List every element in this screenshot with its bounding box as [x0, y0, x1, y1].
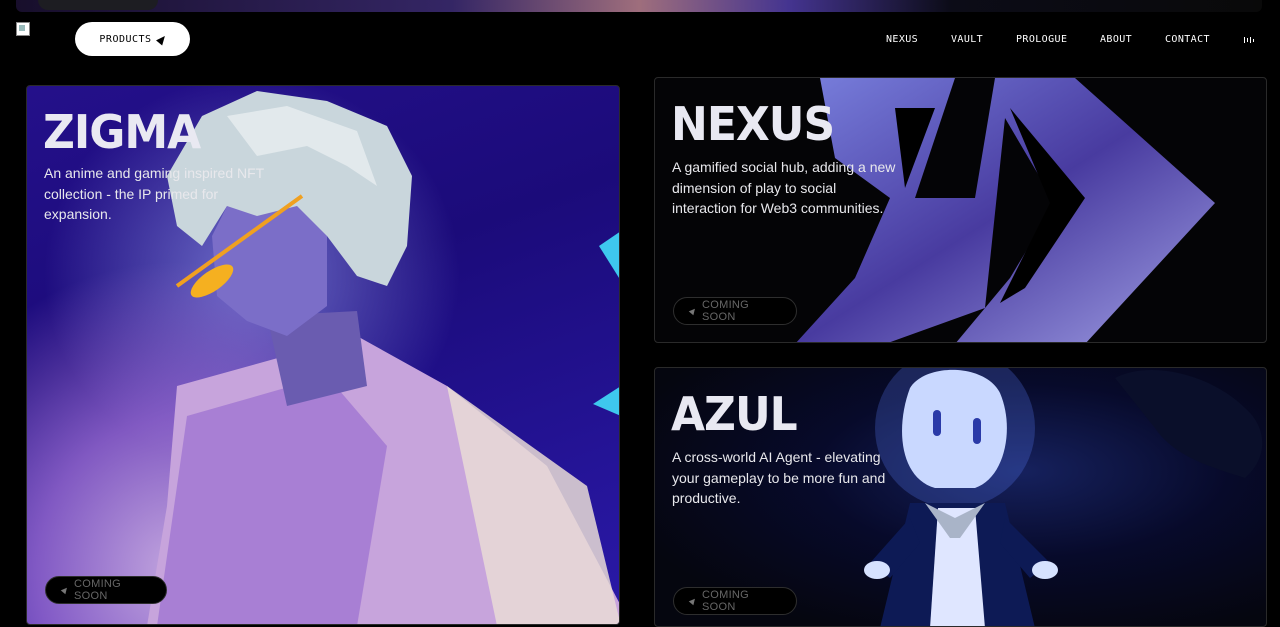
azul-title: AZUL — [671, 388, 798, 442]
zigma-card[interactable]: ZIGMA An anime and gaming inspired NFT c… — [26, 85, 620, 625]
logo-icon[interactable] — [16, 22, 30, 36]
arrow-icon — [60, 585, 70, 595]
arrow-icon — [155, 32, 168, 46]
azul-card[interactable]: AZUL A cross-world AI Agent - elevating … — [654, 367, 1267, 627]
nav-item-about[interactable]: ABOUT — [1100, 34, 1132, 45]
nexus-description: A gamified social hub, adding a new dime… — [672, 159, 896, 216]
azul-description: A cross-world AI Agent - elevating your … — [672, 449, 886, 506]
nav-item-prologue[interactable]: PROLOGUE — [1016, 34, 1067, 45]
menu-icon[interactable] — [1244, 36, 1254, 44]
products-button[interactable]: PRODUCTS — [75, 22, 190, 56]
nexus-card[interactable]: NEXUS A gamified social hub, adding a ne… — [654, 77, 1267, 343]
nexus-coming-soon-label: COMING SOON — [702, 299, 750, 323]
nav-item-contact[interactable]: CONTACT — [1165, 34, 1210, 45]
zigma-coming-soon-button[interactable]: COMING SOON — [45, 576, 167, 604]
zigma-title: ZIGMA — [43, 106, 201, 160]
zigma-description: An anime and gaming inspired NFT collect… — [44, 165, 264, 222]
nexus-coming-soon-button[interactable]: COMING SOON — [673, 297, 797, 325]
nav-item-nexus[interactable]: NEXUS — [886, 34, 918, 45]
products-label: PRODUCTS — [99, 33, 152, 45]
arrow-icon — [688, 596, 698, 606]
nexus-title: NEXUS — [671, 98, 835, 152]
azul-coming-soon-label: COMING SOON — [702, 589, 750, 613]
nav-item-vault[interactable]: VAULT — [951, 34, 983, 45]
zigma-coming-soon-label: COMING SOON — [74, 578, 122, 602]
azul-coming-soon-button[interactable]: COMING SOON — [673, 587, 797, 615]
top-banner-pill — [38, 0, 158, 10]
arrow-icon — [688, 306, 698, 316]
top-banner-strip — [16, 0, 1262, 12]
